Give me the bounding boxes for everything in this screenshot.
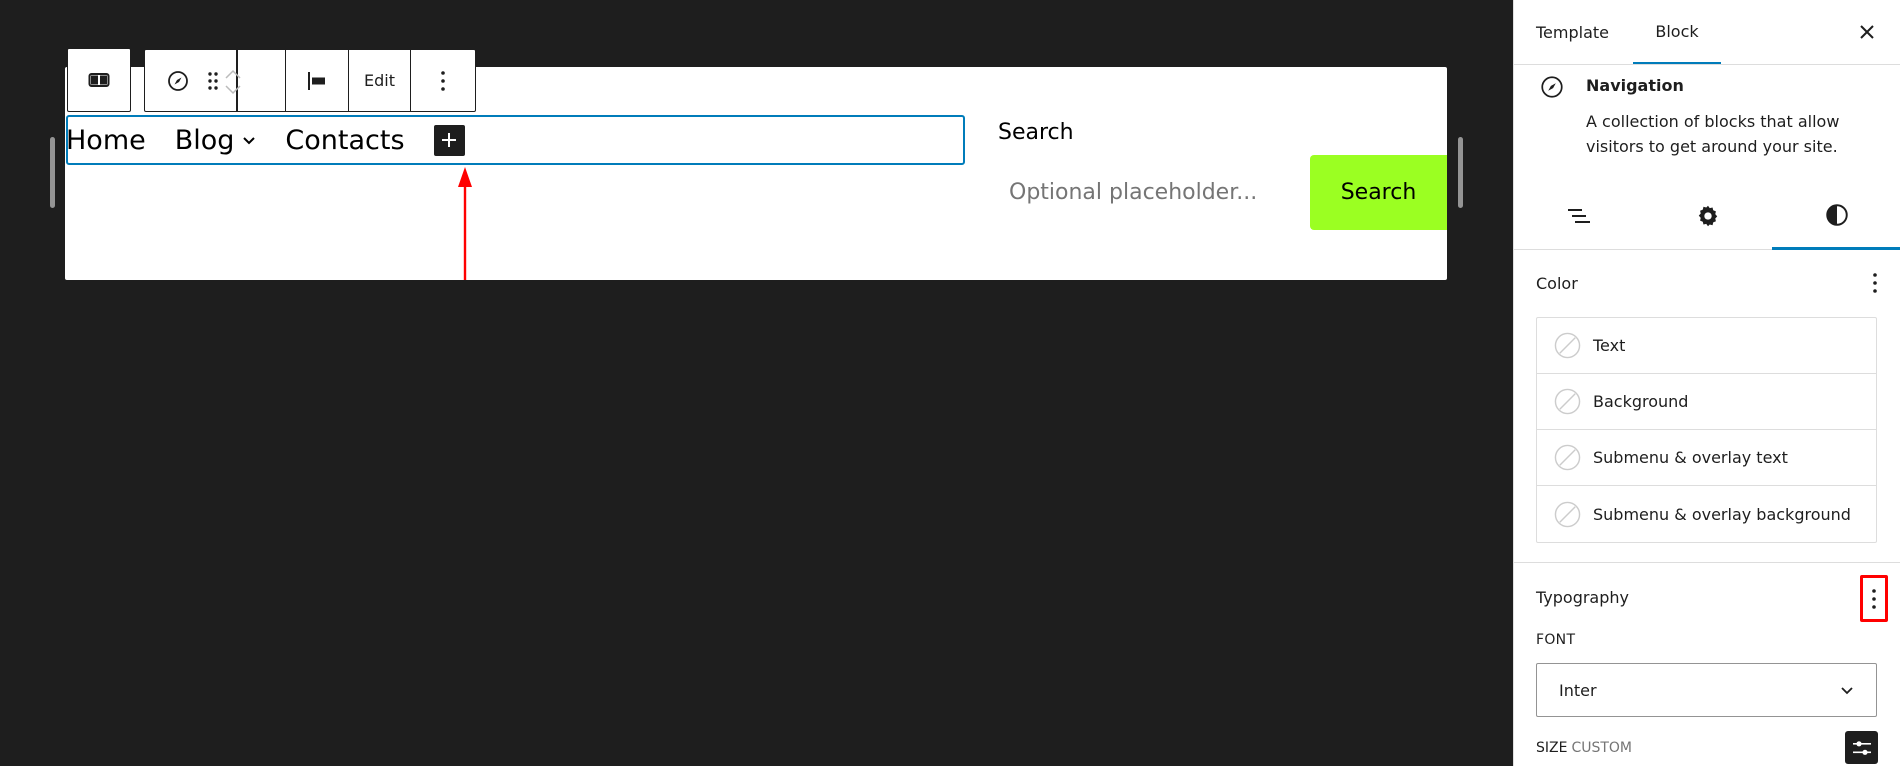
justify-button[interactable] (286, 50, 348, 111)
navigation-block[interactable]: Home Blog Contacts (66, 115, 965, 165)
nav-item-home[interactable]: Home (66, 127, 146, 154)
gear-icon (1698, 205, 1717, 226)
nav-item-contacts[interactable]: Contacts (285, 127, 404, 154)
color-options-button[interactable] (1862, 262, 1888, 304)
typography-panel-title: Typography (1536, 588, 1629, 607)
justification-group (286, 50, 349, 111)
color-item-submenu-text[interactable]: Submenu & overlay text (1537, 430, 1876, 486)
more-vertical-icon (1873, 273, 1877, 293)
color-item-text[interactable]: Text (1537, 318, 1876, 374)
drag-handle-icon (208, 71, 218, 90)
nav-item-label: Home (66, 124, 146, 156)
color-panel-title: Color (1536, 274, 1578, 293)
block-title: Navigation (1586, 76, 1684, 95)
justify-left-icon (308, 71, 325, 90)
nav-item-label: Blog (174, 124, 235, 156)
resize-handle-right[interactable] (1458, 137, 1463, 208)
select-parent-button[interactable] (67, 48, 131, 112)
subtab-settings[interactable] (1643, 182, 1772, 249)
color-item-label: Submenu & overlay text (1593, 448, 1788, 467)
chevron-down-icon (225, 84, 241, 94)
resize-handle-left[interactable] (50, 137, 55, 208)
navigation-compass-icon (168, 70, 188, 91)
color-item-label: Text (1593, 336, 1626, 355)
block-description: A collection of blocks that allow visito… (1586, 112, 1840, 156)
inspector-subtabs (1514, 182, 1900, 250)
custom-size-toggle[interactable] (1845, 731, 1878, 764)
columns-icon (88, 73, 110, 87)
block-toolbar: Edit (144, 49, 476, 112)
color-item-label: Background (1593, 392, 1689, 411)
chevron-up-icon (225, 69, 241, 79)
sidebar-tabs: Template Block (1514, 0, 1900, 65)
nav-item-blog[interactable]: Blog (175, 127, 257, 154)
mover-spacer (238, 50, 286, 111)
options-group (411, 50, 475, 111)
subtab-list-view[interactable] (1514, 182, 1643, 249)
block-options-button[interactable] (411, 50, 475, 111)
color-list: Text Background Submenu & overlay text S… (1536, 317, 1877, 543)
tab-template[interactable]: Template (1536, 0, 1609, 65)
close-icon[interactable] (1855, 20, 1879, 44)
tab-block[interactable]: Block (1633, 0, 1721, 64)
size-label: SIZE CUSTOM (1536, 740, 1632, 756)
search-label: Search (998, 120, 1074, 145)
panel-divider (1514, 562, 1900, 563)
list-view-icon (1567, 208, 1590, 223)
navigation-compass-icon (1541, 76, 1563, 98)
size-mode-text: CUSTOM (1571, 740, 1633, 756)
settings-sidebar: Template Block Navigation A collection o… (1513, 0, 1900, 766)
more-vertical-icon (441, 70, 445, 91)
edit-group: Edit (349, 50, 411, 111)
more-vertical-icon (1872, 588, 1876, 609)
no-color-swatch-icon (1554, 501, 1581, 527)
color-item-label: Submenu & overlay background (1593, 504, 1851, 524)
color-item-submenu-background[interactable]: Submenu & overlay background (1537, 486, 1876, 542)
plus-icon (442, 133, 457, 147)
move-up-down-buttons[interactable] (224, 50, 242, 113)
nav-item-label: Contacts (285, 124, 405, 156)
no-color-swatch-icon (1554, 388, 1581, 415)
annotation-arrow (458, 167, 472, 280)
add-block-button[interactable] (433, 124, 465, 156)
contrast-icon (1825, 203, 1848, 226)
no-color-swatch-icon (1554, 332, 1581, 359)
subtab-styles[interactable] (1772, 182, 1900, 250)
size-label-text: SIZE (1536, 740, 1568, 756)
font-label: FONT (1536, 632, 1576, 648)
font-family-select[interactable]: Inter (1536, 663, 1877, 717)
block-type-button[interactable] (162, 50, 194, 111)
font-select-value: Inter (1559, 680, 1597, 700)
settings-sliders-icon (1852, 740, 1871, 755)
color-item-background[interactable]: Background (1537, 374, 1876, 430)
chevron-down-icon[interactable] (242, 136, 256, 145)
search-button[interactable]: Search (1310, 155, 1447, 230)
editor-canvas: Edit Home Blog Contacts Search Optional … (0, 0, 1513, 766)
typography-options-button[interactable] (1860, 575, 1888, 622)
search-input[interactable] (998, 155, 1298, 230)
chevron-down-icon (1841, 686, 1853, 694)
edit-button[interactable]: Edit (346, 50, 413, 111)
no-color-swatch-icon (1554, 444, 1581, 471)
